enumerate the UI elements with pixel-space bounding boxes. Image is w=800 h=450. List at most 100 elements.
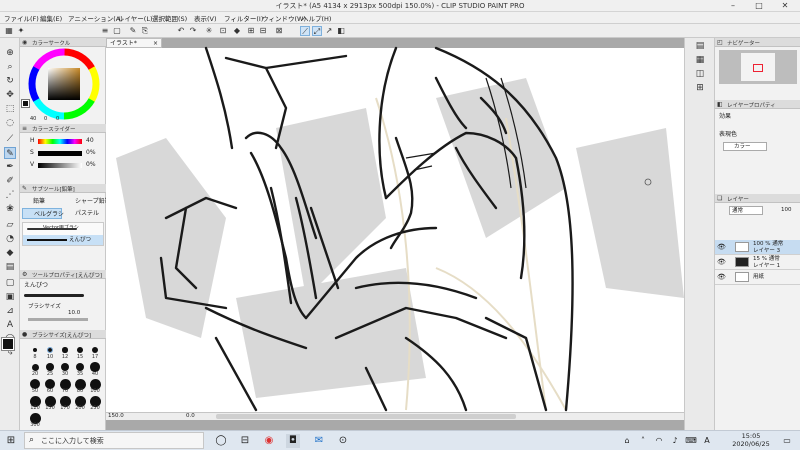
layer-row[interactable]: 👁 用紙 xyxy=(715,270,800,285)
eyedropper-icon[interactable]: ⟋ xyxy=(4,133,16,145)
subtool-pastel[interactable]: パステル xyxy=(64,208,104,219)
brush-size-dot[interactable] xyxy=(62,347,68,353)
cmd-icon[interactable]: ⎘ xyxy=(140,26,150,36)
clip-studio-icon[interactable]: ◘ xyxy=(286,434,300,448)
chrome-icon[interactable]: ◉ xyxy=(262,434,276,448)
wifi-icon[interactable]: ◠ xyxy=(652,434,666,448)
vector-icon[interactable]: ⤢ xyxy=(312,26,322,36)
cmd-icon[interactable]: ✎ xyxy=(128,26,138,36)
menu-view[interactable]: 表示(V) xyxy=(194,13,217,23)
visibility-eye-icon[interactable]: 👁 xyxy=(717,243,726,251)
layer-row[interactable]: 👁 100 % 通常 レイヤー 3 xyxy=(715,240,800,255)
taskbar-app-icon[interactable]: ⊟ xyxy=(238,434,252,448)
blend-mode-select[interactable]: 通常 xyxy=(729,206,763,215)
menu-selection[interactable]: 選択範囲(S) xyxy=(152,13,187,23)
fill-icon[interactable]: ◆ xyxy=(232,26,242,36)
layer-row[interactable]: 👁 15 % 通常 レイヤー 1 xyxy=(715,255,800,270)
opacity-value[interactable]: 100 xyxy=(781,205,792,215)
eraser-icon[interactable]: ▱ xyxy=(4,219,16,231)
layer-tab-label[interactable]: レイヤー xyxy=(727,195,749,203)
menu-help[interactable]: ヘルプ(H) xyxy=(302,13,331,23)
cmd-icon[interactable]: ✦ xyxy=(16,26,26,36)
menu-file[interactable]: ファイル(F) xyxy=(4,13,39,23)
zoom-value[interactable]: 150.0 xyxy=(108,413,124,419)
panel-icon[interactable]: ⊞ xyxy=(694,82,706,94)
brush-size-dot[interactable] xyxy=(46,363,54,371)
cmd-icon[interactable]: ▦ xyxy=(4,26,14,36)
panel-icon[interactable]: ◫ xyxy=(694,68,706,80)
zoom-icon[interactable]: ⊕ xyxy=(4,47,16,59)
panel-icon[interactable]: ▦ xyxy=(694,54,706,66)
canvas-area[interactable] xyxy=(106,38,684,430)
menu-animation[interactable]: アニメーション(A) xyxy=(68,13,123,23)
windows-start-icon[interactable]: ⊞ xyxy=(4,434,18,448)
navigator-preview[interactable] xyxy=(719,50,797,84)
vector-icon[interactable]: ⟋ xyxy=(300,26,310,36)
brush-icon[interactable]: ✐ xyxy=(4,175,16,187)
undo-icon[interactable]: ↶ xyxy=(176,26,186,36)
color-wheel[interactable] xyxy=(28,48,100,120)
hue-slider[interactable] xyxy=(38,139,82,144)
chevron-up-icon[interactable]: ˄ xyxy=(636,434,650,448)
task-view-icon[interactable]: ◯ xyxy=(214,434,228,448)
figure-icon[interactable]: ▢ xyxy=(4,277,16,289)
clock[interactable]: 15:05 2020/06/25 xyxy=(728,432,774,448)
blend-icon[interactable]: ◔ xyxy=(4,233,16,245)
ime-mode[interactable]: A xyxy=(700,434,714,448)
expression-color-select[interactable]: カラー xyxy=(723,142,767,151)
lasso-icon[interactable]: ◌ xyxy=(4,117,16,129)
transform-icon[interactable]: ✳ xyxy=(204,26,214,36)
subtool-bellgrashi[interactable]: ベルグラシ xyxy=(22,208,64,219)
gradient-icon[interactable]: ▤ xyxy=(4,261,16,273)
panel-icon[interactable]: ▤ xyxy=(694,40,706,52)
main-color-chip[interactable] xyxy=(21,99,30,108)
cmd-icon[interactable]: ≡ xyxy=(100,26,110,36)
minimize-button[interactable]: – xyxy=(720,0,746,12)
close-window-button[interactable]: ✕ xyxy=(772,0,798,12)
visibility-eye-icon[interactable]: 👁 xyxy=(717,258,726,266)
subtool-sharp-pencil[interactable]: シャープ鉛筆 xyxy=(64,196,111,207)
brush-size-dot[interactable] xyxy=(60,362,70,372)
cmd-icon[interactable]: ⊞ xyxy=(246,26,256,36)
move-icon[interactable]: ✥ xyxy=(4,89,16,101)
notification-icon[interactable]: ▭ xyxy=(780,434,794,448)
document-tab[interactable]: イラスト* × xyxy=(106,38,162,48)
pen-icon[interactable]: ✒ xyxy=(4,161,16,173)
cmd-icon[interactable]: ↗ xyxy=(324,26,334,36)
brush-size-dot[interactable] xyxy=(77,347,83,353)
menu-layer[interactable]: レイヤー(L) xyxy=(118,13,153,23)
subtool-pencil[interactable]: 鉛筆 xyxy=(22,196,62,207)
maximize-button[interactable]: □ xyxy=(746,0,772,12)
frame-icon[interactable]: ▣ xyxy=(4,291,16,303)
taskbar-app-icon[interactable]: ⊙ xyxy=(336,434,350,448)
menu-edit[interactable]: 編集(E) xyxy=(40,13,62,23)
airbrush-icon[interactable]: ⋰ xyxy=(4,189,16,201)
search-icon[interactable]: ⌕ xyxy=(4,61,16,73)
brush-selected-row[interactable]: えんぴつ xyxy=(23,235,103,245)
cmd-icon[interactable]: ◧ xyxy=(336,26,346,36)
decoration-icon[interactable]: ❀ xyxy=(4,203,16,215)
horizontal-scrollbar[interactable] xyxy=(216,414,516,419)
redo-icon[interactable]: ↷ xyxy=(188,26,198,36)
brush-size-dot[interactable] xyxy=(31,363,39,371)
artwork-canvas[interactable] xyxy=(106,38,684,430)
value-slider[interactable] xyxy=(38,163,82,168)
pencil-icon[interactable]: ✎ xyxy=(4,147,16,159)
menu-window[interactable]: ウィンドウ(W) xyxy=(262,13,306,23)
close-tab-icon[interactable]: × xyxy=(153,39,158,48)
menu-filter[interactable]: フィルター(I) xyxy=(224,13,263,23)
rotation-value[interactable]: 0.0 xyxy=(186,413,195,419)
fill-icon[interactable]: ◆ xyxy=(4,247,16,259)
crop-icon[interactable]: ⊡ xyxy=(218,26,228,36)
cmd-icon[interactable]: ▢ xyxy=(112,26,122,36)
selection-icon[interactable]: ⬚ xyxy=(4,103,16,115)
keyboard-icon[interactable]: ⌨ xyxy=(684,434,698,448)
mail-icon[interactable]: ✉ xyxy=(312,434,326,448)
people-icon[interactable]: ⌂ xyxy=(620,434,634,448)
cmd-icon[interactable]: ⊠ xyxy=(274,26,284,36)
speaker-icon[interactable]: ♪ xyxy=(668,434,682,448)
text-icon[interactable]: A xyxy=(4,319,16,331)
saturation-slider[interactable] xyxy=(38,151,82,156)
brush-size-dot[interactable] xyxy=(33,348,37,352)
main-color-swatch[interactable] xyxy=(1,337,15,351)
